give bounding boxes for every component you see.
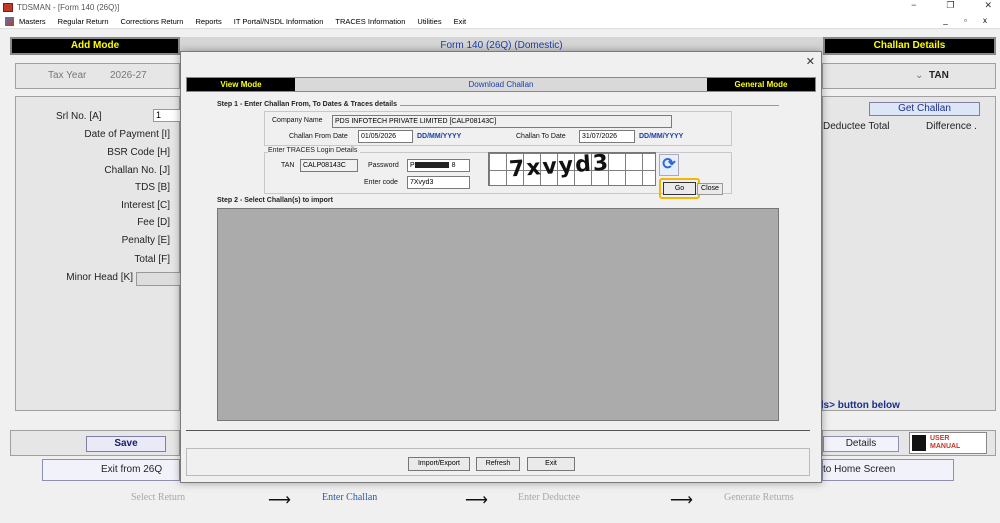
- captcha-code-input[interactable]: 7Xvyd3: [407, 176, 470, 189]
- menu-masters[interactable]: Masters: [19, 17, 46, 26]
- deductee-total-label: Deductee Total: [823, 121, 890, 132]
- tan-bg-label: TAN: [929, 70, 949, 81]
- arrow-right-icon: ⟶: [670, 492, 693, 509]
- bottom-left-panel: Save: [10, 430, 180, 456]
- window-title: TDSMAN - [Form 140 (26Q)]: [17, 2, 120, 12]
- enter-code-label: Enter code: [364, 179, 398, 186]
- challan-form-panel: Srl No. [A] 1 Date of Payment [I] BSR Co…: [15, 96, 181, 411]
- get-challan-button[interactable]: Get Challan: [869, 102, 980, 116]
- traces-tan-label: TAN: [281, 162, 295, 169]
- menu-exit[interactable]: Exit: [454, 17, 467, 26]
- srl-no-label: Srl No. [A]: [56, 111, 102, 122]
- step-enter-challan: Enter Challan: [322, 492, 378, 503]
- fee-label: Fee [D]: [137, 217, 170, 228]
- home-screen-button[interactable]: to Home Screen: [822, 459, 954, 481]
- go-button[interactable]: Go: [663, 182, 696, 195]
- step-select-return: Select Return: [131, 492, 186, 503]
- details-button[interactable]: Details: [823, 436, 899, 452]
- interest-label: Interest [C]: [121, 200, 170, 211]
- exit-dialog-button[interactable]: Exit: [527, 457, 575, 471]
- menu-it-portal[interactable]: IT Portal/NSDL Information: [234, 17, 324, 26]
- challan-summary-panel: Get Challan Deductee Total Difference . …: [818, 96, 996, 411]
- tax-year-label: Tax Year: [48, 70, 87, 81]
- menu-bar: Masters Regular Return Corrections Retur…: [0, 14, 1000, 29]
- minor-head-field[interactable]: [136, 272, 181, 286]
- maximize-icon[interactable]: ❐: [946, 0, 954, 11]
- tax-year-panel: Tax Year 2026-27: [15, 63, 180, 89]
- traces-login-title: Enter TRACES Login Details: [268, 147, 361, 154]
- captcha-image: 7xvyd3: [488, 152, 656, 186]
- workflow-steps: Select Return ⟶ Enter Challan ⟶ Enter De…: [0, 492, 1000, 509]
- user-manual-button[interactable]: USER MANUAL: [909, 432, 987, 454]
- close-login-button[interactable]: Close: [697, 183, 723, 195]
- password-field[interactable]: P8: [407, 159, 470, 172]
- company-name-label: Company Name: [272, 117, 323, 124]
- tax-year-value: 2026-27: [110, 70, 147, 81]
- date-of-payment-label: Date of Payment [I]: [84, 129, 170, 140]
- app-icon: [3, 2, 13, 12]
- srl-no-field[interactable]: 1: [153, 109, 181, 122]
- bottom-right-panel: Details USER MANUAL: [822, 430, 996, 456]
- challan-to-date-field[interactable]: 31/07/2026: [579, 130, 635, 143]
- date-format-hint: DD/MM/YYYY: [639, 133, 684, 140]
- chevron-down-icon[interactable]: ⌄: [915, 70, 923, 81]
- mdi-controls[interactable]: _ ▫ x: [943, 16, 994, 25]
- mode-bar: View Mode Download Challan General Mode: [186, 77, 816, 92]
- bsr-code-label: BSR Code [H]: [107, 147, 170, 158]
- difference-label: Difference .: [926, 121, 977, 132]
- book-icon: [912, 435, 926, 451]
- minor-head-label: Minor Head [K]: [66, 272, 133, 283]
- challan-details-label: Challan Details: [873, 40, 946, 51]
- refresh-button[interactable]: Refresh: [476, 457, 520, 471]
- view-mode-label: View Mode: [187, 78, 295, 91]
- step-generate-returns: Generate Returns: [724, 492, 794, 503]
- menu-traces-information[interactable]: TRACES Information: [335, 17, 405, 26]
- dialog-title: Download Challan: [468, 80, 534, 89]
- password-label: Password: [368, 162, 399, 169]
- password-suffix: 8: [451, 162, 456, 169]
- challan-import-grid[interactable]: [217, 208, 779, 421]
- challan-from-label: Challan From Date: [289, 133, 348, 140]
- user-manual-label: USER MANUAL: [930, 435, 961, 450]
- challan-no-label: Challan No. [J]: [104, 165, 170, 176]
- menu-reports[interactable]: Reports: [195, 17, 221, 26]
- window-controls: − ❐ ✕: [911, 0, 992, 11]
- tds-label: TDS [B]: [134, 182, 170, 193]
- challan-details-header: Challan Details: [823, 37, 996, 55]
- minimize-icon[interactable]: −: [911, 0, 916, 11]
- add-mode-header: Add Mode: [10, 37, 180, 55]
- challan-from-date-field[interactable]: 01/05/2026: [358, 130, 413, 143]
- password-mask: [414, 162, 449, 169]
- total-label: Total [F]: [134, 254, 170, 265]
- close-icon[interactable]: ✕: [806, 55, 815, 68]
- challan-to-label: Challan To Date: [516, 133, 566, 140]
- save-button[interactable]: Save: [86, 436, 166, 452]
- menu-corrections-return[interactable]: Corrections Return: [121, 17, 184, 26]
- refresh-captcha-icon[interactable]: ⟳: [659, 154, 679, 176]
- traces-tan-field[interactable]: CALP08143C: [300, 159, 358, 172]
- company-name-field[interactable]: PDS INFOTECH PRIVATE LIMITED [CALP08143C…: [332, 115, 672, 128]
- penalty-label: Penalty [E]: [121, 235, 170, 246]
- close-window-icon[interactable]: ✕: [984, 0, 992, 11]
- menu-utilities[interactable]: Utilities: [417, 17, 441, 26]
- tan-panel: ⌄ TAN: [822, 63, 996, 89]
- arrow-right-icon: ⟶: [268, 492, 291, 509]
- date-format-hint: DD/MM/YYYY: [417, 133, 462, 140]
- menu-regular-return[interactable]: Regular Return: [58, 17, 109, 26]
- import-export-button[interactable]: Import/Export: [408, 457, 470, 471]
- add-mode-label: Add Mode: [70, 40, 120, 51]
- footer-divider: [186, 430, 810, 431]
- step1-title: Step 1 - Enter Challan From, To Dates & …: [217, 101, 400, 108]
- step2-title: Step 2 - Select Challan(s) to import: [217, 197, 336, 204]
- document-menu-icon[interactable]: [5, 16, 14, 26]
- general-mode-label: General Mode: [707, 78, 815, 91]
- exit-26q-button[interactable]: Exit from 26Q: [42, 459, 180, 481]
- arrow-right-icon: ⟶: [465, 492, 488, 509]
- hint-text: ils> button below: [818, 400, 900, 411]
- window-titlebar: TDSMAN - [Form 140 (26Q)] − ❐ ✕: [0, 0, 1000, 14]
- step-enter-deductee: Enter Deductee: [518, 492, 580, 503]
